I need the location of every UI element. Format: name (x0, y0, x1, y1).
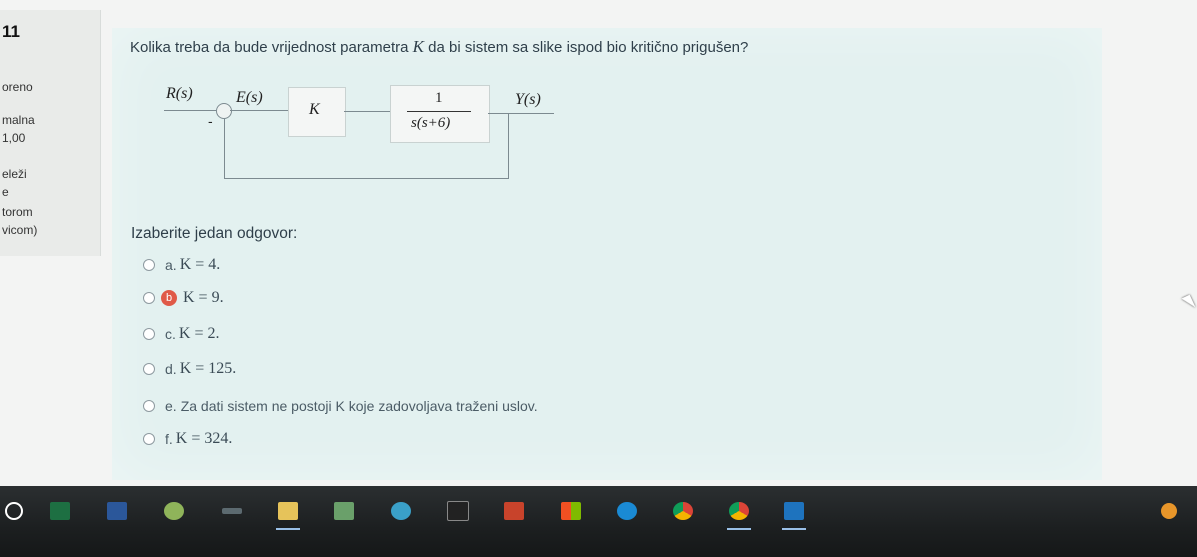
word-icon[interactable] (103, 498, 131, 524)
block-diagram: R(s) E(s) Y(s) - K 1 s(s+6) (160, 75, 580, 185)
option-text: K = 125. (179, 360, 237, 377)
snipping-icon[interactable] (218, 498, 246, 524)
mouse-cursor-icon (1181, 294, 1196, 312)
gain-output-line (344, 111, 390, 112)
plant-block: 1 s(s+6) (390, 85, 490, 143)
flag-question-text: vicom) (2, 223, 38, 237)
option-letter: c. (165, 326, 176, 342)
tf-denominator: s(s+6) (411, 115, 451, 131)
powerpoint-icon[interactable] (500, 498, 528, 524)
tray-icon[interactable] (1155, 498, 1183, 524)
question-number: 11 (2, 22, 20, 41)
answer-option-d[interactable]: d. K = 125. (143, 358, 236, 380)
answer-option-c[interactable]: c. K = 2. (143, 323, 219, 345)
radio-button[interactable] (143, 400, 155, 412)
output-line (488, 113, 554, 114)
fraction-bar (407, 111, 471, 112)
radio-button[interactable] (143, 259, 155, 271)
notepad-icon[interactable] (330, 498, 358, 524)
radio-button[interactable] (143, 328, 155, 340)
excel-icon[interactable] (46, 498, 74, 524)
gain-block: K (288, 87, 346, 137)
option-text: K = 2. (178, 325, 220, 342)
chrome-icon[interactable] (669, 498, 697, 524)
option-letter: e. (165, 398, 177, 414)
question-prompt: Kolika treba da bude vrijednost parametr… (130, 37, 749, 56)
marks-label: malna (2, 113, 35, 127)
marks-value: 1,00 (2, 131, 26, 145)
error-line (230, 110, 292, 111)
error-signal-label: E(s) (236, 89, 263, 106)
feedback-sign: - (208, 113, 213, 129)
option-text: K = 4. (179, 256, 221, 273)
gain-label: K (309, 101, 320, 118)
terminal-icon[interactable] (444, 498, 472, 524)
flag-question-link[interactable]: eleži (2, 167, 27, 181)
feedback-line-down (508, 113, 509, 179)
option-letter: f. (165, 431, 173, 447)
feedback-line-bottom (224, 178, 509, 179)
output-signal-label: Y(s) (515, 91, 541, 108)
matlab-icon[interactable] (160, 498, 188, 524)
question-status: oreno (2, 80, 33, 94)
edge-icon[interactable] (613, 498, 641, 524)
answer-prompt: Izaberite jedan odgovor: (131, 225, 298, 242)
option-text: K = 324. (175, 430, 233, 447)
question-info-panel: 11 oreno malna 1,00 eleži e torom vicom) (0, 10, 101, 256)
photos-icon[interactable] (780, 498, 808, 530)
option-letter: a. (165, 257, 177, 273)
file-explorer-icon[interactable] (274, 498, 302, 530)
answer-option-b[interactable]: b K = 9. (143, 287, 224, 309)
input-line (164, 110, 216, 111)
search-icon[interactable] (0, 498, 28, 524)
summing-junction (216, 103, 232, 119)
taskbar (0, 486, 1197, 557)
option-text: K = 9. (183, 289, 224, 306)
tf-numerator: 1 (435, 90, 443, 106)
flag-question-text: e (2, 185, 9, 199)
radio-button[interactable] (143, 433, 155, 445)
store-icon[interactable] (557, 498, 585, 524)
app-icon[interactable] (387, 498, 415, 524)
flag-question-text: torom (2, 205, 33, 219)
option-text: Za dati sistem ne postoji K koje zadovol… (180, 398, 538, 414)
radio-button[interactable] (143, 292, 155, 304)
option-letter: b (161, 290, 177, 306)
feedback-line-up (224, 119, 225, 179)
option-letter: d. (165, 361, 177, 377)
radio-button[interactable] (143, 363, 155, 375)
chrome-profile-icon[interactable] (725, 498, 753, 530)
param-variable: K (412, 37, 425, 56)
answer-option-a[interactable]: a. K = 4. (143, 254, 220, 276)
answer-option-f[interactable]: f. K = 324. (143, 428, 232, 450)
input-signal-label: R(s) (166, 85, 193, 102)
answer-option-e[interactable]: e. Za dati sistem ne postoji K koje zado… (143, 395, 538, 417)
